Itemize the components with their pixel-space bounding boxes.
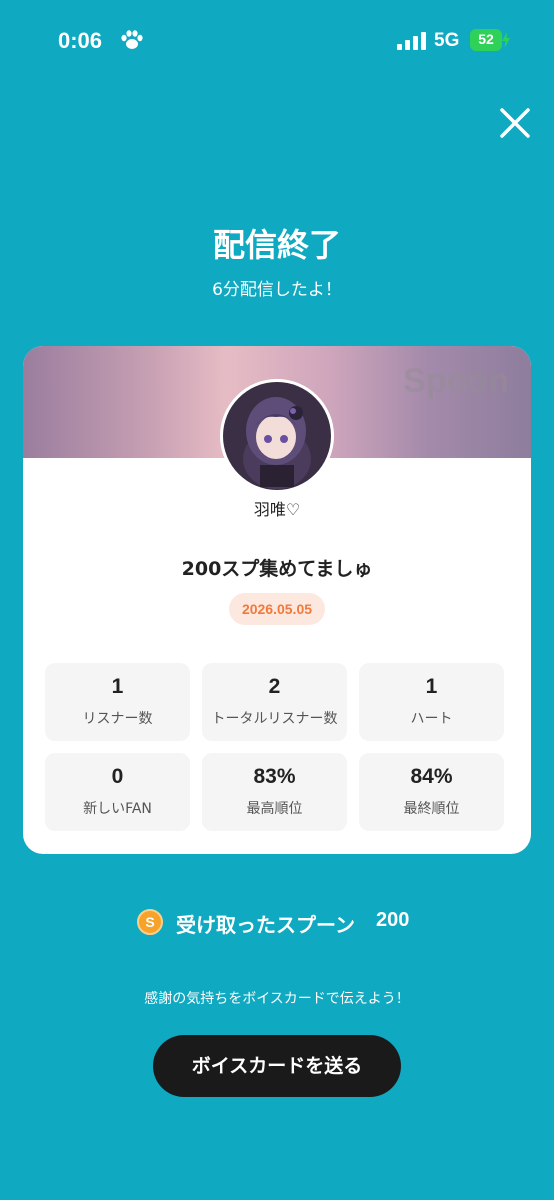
battery-level: 52 (478, 31, 494, 47)
stat-label: 新しいFAN (83, 801, 152, 817)
summary-card: Spoon 羽唯♡ 200スプ集めてましゅ 2026.05.05 1 リスナー数… (23, 346, 531, 854)
avatar (220, 379, 334, 493)
close-icon[interactable] (496, 104, 534, 142)
stat-label: 最高順位 (246, 801, 303, 817)
spoon-coin-icon: S (137, 909, 163, 935)
spoons-label: 受け取ったスプーン (176, 913, 355, 937)
avatar-image (220, 379, 334, 493)
page-title: 配信終了 (212, 226, 341, 264)
stat-final-rank: 84% 最終順位 (359, 753, 504, 831)
status-bar: 0:06 5G 52 (0, 0, 554, 84)
thanks-message: 感謝の気持ちをボイスカードで伝えよう！ (144, 991, 410, 1007)
page-subtitle: 6分配信したよ！ (212, 280, 342, 300)
stat-label: 最終順位 (403, 801, 460, 817)
stat-label: トータルリスナー数 (211, 711, 338, 727)
network-type: 5G (434, 30, 460, 51)
stat-hearts: 1 ハート (359, 663, 504, 741)
stat-new-fans: 0 新しいFAN (45, 753, 190, 831)
spoon-logo: Spoon (403, 362, 509, 400)
stat-value: 2 (268, 675, 281, 698)
username: 羽唯♡ (253, 500, 301, 519)
stream-title: 200スプ集めてましゅ (181, 558, 373, 580)
date-badge: 2026.05.05 (229, 593, 325, 625)
status-time: 0:06 (58, 28, 103, 53)
stat-value: 83% (253, 765, 296, 788)
stat-label: リスナー数 (82, 711, 153, 727)
stat-value: 84% (410, 765, 453, 788)
signal-icon (397, 32, 426, 50)
paw-icon (121, 30, 143, 49)
stat-total-listeners: 2 トータルリスナー数 (202, 663, 347, 741)
stat-value: 1 (425, 675, 438, 698)
stat-listeners: 1 リスナー数 (45, 663, 190, 741)
charging-icon (502, 32, 510, 48)
stat-best-rank: 83% 最高順位 (202, 753, 347, 831)
stat-value: 1 (111, 675, 124, 698)
stat-label: ハート (410, 711, 453, 727)
send-voice-card-button[interactable]: ボイスカードを送る (153, 1035, 401, 1097)
stat-value: 0 (111, 765, 124, 788)
battery-indicator: 52 (470, 29, 510, 51)
spoons-received: S 受け取ったスプーン 200 (0, 905, 554, 939)
spoons-count: 200 (376, 909, 410, 931)
